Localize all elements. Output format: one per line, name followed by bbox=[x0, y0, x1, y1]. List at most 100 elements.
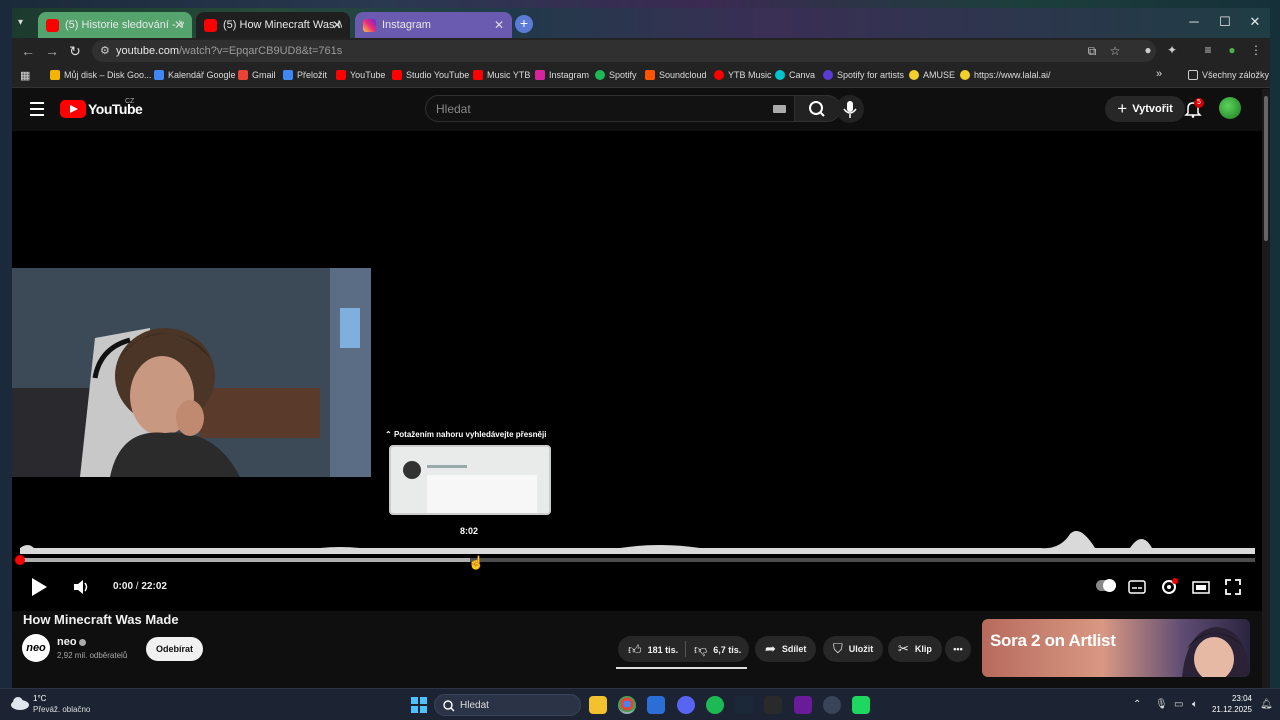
obs-icon[interactable] bbox=[823, 696, 841, 714]
channel-name[interactable]: neo bbox=[57, 636, 77, 648]
more-actions-button[interactable]: ••• bbox=[945, 636, 971, 662]
volume-icon[interactable] bbox=[73, 579, 91, 595]
bookmark-item[interactable]: AMUSE bbox=[909, 70, 955, 80]
epic-games-icon[interactable] bbox=[764, 696, 782, 714]
bookmark-item[interactable]: YTB Music bbox=[714, 70, 772, 80]
tab-instagram[interactable]: Instagram ✕ bbox=[355, 12, 512, 38]
chrome-icon[interactable] bbox=[618, 696, 636, 714]
microphone-tray-icon[interactable]: 🎙︎ bbox=[1155, 699, 1168, 710]
save-button[interactable]: ⛉ Uložit bbox=[823, 636, 884, 662]
address-bar[interactable]: ⚙ youtube.com/watch?v=EpqarCB9UD8&t=761s… bbox=[92, 40, 1156, 62]
keyboard-icon[interactable] bbox=[773, 105, 786, 113]
microphone-icon bbox=[843, 101, 857, 118]
bookmark-item[interactable]: Instagram bbox=[535, 70, 589, 80]
extension-icon[interactable]: ● bbox=[1140, 43, 1156, 57]
profile-icon[interactable]: ● bbox=[1224, 43, 1240, 57]
share-button[interactable]: ➦ Sdílet bbox=[755, 636, 817, 662]
bookmark-item[interactable]: Gmail bbox=[238, 70, 276, 80]
bookmark-star-icon[interactable]: ☆ bbox=[1107, 44, 1123, 58]
close-tab-icon[interactable]: ✕ bbox=[174, 18, 184, 32]
bookmark-item[interactable]: Music YTB bbox=[473, 70, 530, 80]
search-input[interactable]: Hledat bbox=[425, 95, 795, 122]
bookmark-item[interactable]: Canva bbox=[775, 70, 815, 80]
tray-chevron-icon[interactable]: ⌃ bbox=[1133, 699, 1141, 710]
all-bookmarks-folder[interactable]: Všechny záložky bbox=[1188, 70, 1269, 80]
app-icon[interactable] bbox=[852, 696, 870, 714]
bookmark-item[interactable]: Můj disk – Disk Goo... bbox=[50, 70, 152, 80]
discord-icon[interactable] bbox=[677, 696, 695, 714]
spotify-icon[interactable] bbox=[706, 696, 724, 714]
clock-time[interactable]: 23:04 bbox=[1212, 694, 1252, 703]
more-bookmarks-icon[interactable]: » bbox=[1156, 68, 1162, 80]
scrollbar-thumb[interactable] bbox=[1264, 96, 1268, 241]
clock-date[interactable]: 21.12.2025 bbox=[1206, 705, 1252, 714]
menu-dots-icon[interactable]: ⋮ bbox=[1248, 43, 1264, 57]
close-window-icon[interactable]: ✕ bbox=[1245, 14, 1265, 30]
bookmark-item[interactable]: Přeložit bbox=[283, 70, 327, 80]
plus-icon: + bbox=[1117, 99, 1128, 118]
fullscreen-icon[interactable] bbox=[1224, 578, 1242, 596]
tab-minecraft-video[interactable]: (5) How Minecraft Was Made - ✕ bbox=[196, 12, 350, 38]
windows-start-icon[interactable] bbox=[411, 697, 427, 713]
weather-temperature[interactable]: 1°C bbox=[33, 694, 46, 703]
bookmark-item[interactable]: Soundcloud bbox=[645, 70, 707, 80]
settings-gear-icon[interactable] bbox=[1160, 578, 1178, 596]
install-app-icon[interactable]: ⧉ bbox=[1084, 44, 1100, 59]
nzxt-icon[interactable] bbox=[794, 696, 812, 714]
reload-icon[interactable]: ↻ bbox=[67, 43, 83, 60]
site-info-icon[interactable]: ⚙ bbox=[100, 44, 110, 57]
close-tab-icon[interactable]: ✕ bbox=[494, 18, 504, 32]
forward-icon[interactable]: → bbox=[44, 43, 60, 59]
create-button[interactable]: + Vytvořit bbox=[1105, 96, 1185, 122]
like-button[interactable]: 👍︎ 181 tis. bbox=[628, 642, 678, 658]
extensions-puzzle-icon[interactable]: ✦ bbox=[1164, 43, 1180, 57]
bookmark-item[interactable]: Spotify bbox=[595, 70, 637, 80]
new-tab-button[interactable]: + bbox=[515, 15, 533, 33]
apps-grid-icon[interactable]: ▦ bbox=[20, 69, 30, 82]
bookmark-label: AMUSE bbox=[923, 70, 956, 80]
media-control-icon[interactable]: ≡ bbox=[1200, 43, 1216, 57]
preview-text-line bbox=[427, 465, 467, 468]
subscribe-button[interactable]: Odebírat bbox=[146, 637, 203, 661]
notifications-icon[interactable]: 🔔︎ bbox=[1260, 699, 1273, 710]
clip-button[interactable]: ✂ Klip bbox=[888, 636, 942, 662]
volume-tray-icon[interactable]: 🔈︎ bbox=[1192, 699, 1198, 710]
search-button[interactable] bbox=[795, 95, 841, 122]
steam-icon[interactable] bbox=[735, 696, 753, 714]
progress-scrubber[interactable] bbox=[15, 555, 25, 565]
hamburger-menu-icon[interactable] bbox=[30, 102, 44, 120]
network-icon[interactable]: ▭ bbox=[1174, 699, 1183, 710]
bookmark-item[interactable]: YouTube bbox=[336, 70, 385, 80]
bookmark-item[interactable]: Spotify for artists bbox=[823, 70, 904, 80]
bookmark-item[interactable]: Kalendář Google bbox=[154, 70, 236, 80]
duration: 22:02 bbox=[141, 581, 167, 592]
time-separator: / bbox=[135, 581, 139, 592]
minimize-icon[interactable]: ─ bbox=[1184, 14, 1204, 29]
video-player[interactable]: ⌃ Potažením nahoru vyhledávejte přesněji… bbox=[12, 131, 1262, 611]
close-tab-icon[interactable]: ✕ bbox=[332, 18, 342, 32]
webcam-figure bbox=[12, 268, 371, 477]
taskbar-search[interactable]: Hledat bbox=[434, 694, 581, 716]
microsoft-store-icon[interactable] bbox=[647, 696, 665, 714]
url-text[interactable]: youtube.com/watch?v=EpqarCB9UD8&t=761s bbox=[116, 45, 342, 57]
channel-avatar[interactable]: neo bbox=[22, 634, 50, 662]
weather-description[interactable]: Převáž. oblačno bbox=[33, 705, 90, 714]
autoplay-toggle[interactable] bbox=[1096, 579, 1116, 592]
verified-icon bbox=[79, 639, 86, 646]
tab-watch-history[interactable]: (5) Historie sledování - YouTube ✕ bbox=[38, 12, 192, 38]
voice-search-button[interactable] bbox=[836, 95, 864, 123]
bookmark-item[interactable]: https://www.lalal.ai/ bbox=[960, 70, 1051, 80]
dislike-button[interactable]: 👎︎ 6,7 tis. bbox=[694, 642, 741, 658]
theater-mode-icon[interactable] bbox=[1192, 578, 1210, 596]
user-avatar[interactable] bbox=[1219, 97, 1241, 119]
weather-cloud-icon[interactable] bbox=[10, 695, 30, 711]
play-icon[interactable] bbox=[29, 576, 49, 598]
ad-banner[interactable]: Sora 2 on Artlist bbox=[982, 619, 1250, 677]
maximize-icon[interactable]: ☐ bbox=[1215, 14, 1235, 30]
file-explorer-icon[interactable] bbox=[589, 696, 607, 714]
back-icon[interactable]: ← bbox=[20, 43, 36, 59]
tab-label: Instagram bbox=[382, 19, 431, 31]
bookmark-item[interactable]: Studio YouTube bbox=[392, 70, 469, 80]
subtitles-icon[interactable] bbox=[1128, 578, 1146, 596]
tab-search-chevron-icon[interactable]: ▾ bbox=[18, 17, 23, 28]
